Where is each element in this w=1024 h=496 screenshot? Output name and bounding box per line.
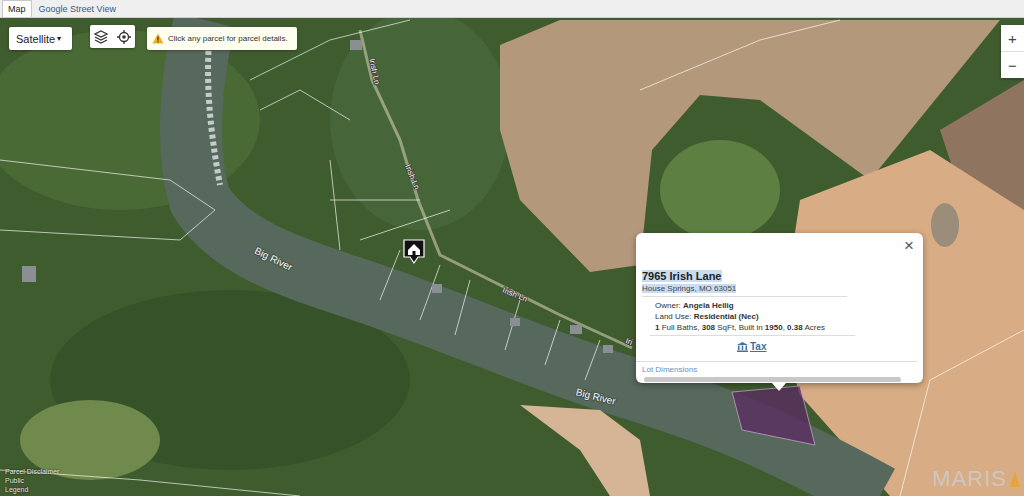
map-canvas[interactable]: Irish Ln Irish Ln Irish Ln Iri Big River Big … — [0, 18, 1024, 496]
map-tools — [90, 25, 135, 48]
map-label: Irish Ln — [367, 58, 381, 86]
tab[interactable]: Map — [2, 0, 32, 17]
tab[interactable]: Google Street View — [34, 1, 121, 17]
layers-icon[interactable] — [93, 29, 109, 45]
tab-bar: MapGoogle Street View — [0, 0, 1024, 18]
footer-link[interactable]: Public — [5, 476, 59, 485]
close-button[interactable]: × — [904, 236, 914, 256]
parcel-address: 7965 Irish Lane — [642, 270, 722, 282]
locate-icon[interactable] — [116, 29, 132, 45]
parcel-field: Owner: Angela Heilig — [655, 300, 913, 311]
popup-scrollbar[interactable] — [644, 377, 901, 382]
map-label: Big River — [253, 245, 295, 273]
zoom-button[interactable]: − — [1001, 51, 1024, 78]
parcel-notice: Click any parcel for parcel details. — [147, 27, 297, 50]
parcel-map-page: MapGoogle Street ViewIrish LnIrish LnIri… — [0, 0, 1024, 496]
map-type-dropdown[interactable]: Satellite▾ — [9, 27, 72, 50]
maris-watermark: MARIS — [932, 466, 1020, 492]
popup-pointer — [772, 383, 786, 391]
parcel-popup: × 7965 Irish Lane House Springs, MO 63051 O… — [636, 233, 923, 383]
warning-icon — [152, 33, 164, 44]
map-label: Irish Ln — [403, 163, 421, 191]
map-label: Irish Ln — [501, 286, 529, 304]
parcel-stats: 1 Full Baths, 308 SqFt, Built in 1950, 0… — [655, 322, 913, 333]
footer-link[interactable]: Parcel Disclaimer — [5, 467, 59, 476]
home-pin-icon[interactable] — [404, 240, 424, 263]
tax-link[interactable]: Tax — [737, 341, 767, 352]
parcel-city: House Springs, MO 63051 — [642, 284, 736, 293]
map-footer-links: Parcel DisclaimerPublicLegend — [5, 467, 59, 494]
lot-dimensions-link[interactable]: Lot Dimensions — [642, 365, 913, 375]
zoom-button[interactable]: + — [1001, 25, 1024, 51]
map-label: Big River — [575, 386, 618, 407]
parcel-field: Land Use: Residential (Nec) — [655, 311, 913, 322]
footer-link[interactable]: Legend — [5, 485, 59, 494]
zoom-control: +− — [1001, 25, 1024, 78]
maris-logo-icon — [1010, 471, 1020, 487]
bank-icon — [737, 342, 748, 352]
map-label: Iri — [624, 336, 634, 347]
